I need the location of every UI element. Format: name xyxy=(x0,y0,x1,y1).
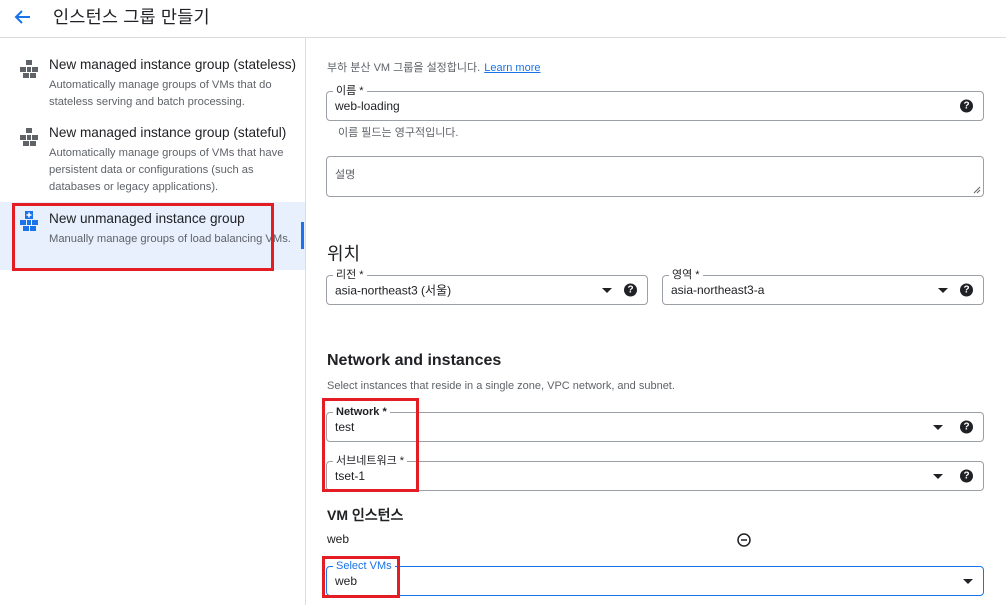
network-heading: Network and instances xyxy=(327,352,502,369)
description-field[interactable]: 설명 xyxy=(326,156,984,197)
option-description: Automatically manage groups of VMs that … xyxy=(49,79,272,108)
chevron-down-icon xyxy=(933,474,943,479)
learn-more-link[interactable]: Learn more xyxy=(484,62,540,74)
network-select[interactable]: Network * test ? xyxy=(326,405,984,442)
option-description: Automatically manage groups of VMs that … xyxy=(49,147,284,193)
subnetwork-label: 서브네트워크 * xyxy=(333,454,408,468)
top-bar: 인스턴스 그룹 만들기 xyxy=(0,0,1006,38)
network-value: test xyxy=(335,420,355,434)
page-title: 인스턴스 그룹 만들기 xyxy=(53,7,210,27)
network-label: Network * xyxy=(333,405,390,419)
form-subtitle: 부하 분산 VM 그룹을 설정합니다. Learn more xyxy=(327,59,541,75)
select-vms-label: Select VMs xyxy=(333,559,395,573)
instance-group-type-list: New managed instance group (stateless) A… xyxy=(0,38,306,605)
subnetwork-value: tset-1 xyxy=(335,469,366,483)
zone-value: asia-northeast3-a xyxy=(671,283,765,297)
help-icon[interactable]: ? xyxy=(960,420,973,434)
chevron-down-icon xyxy=(602,288,612,293)
description-placeholder: 설명 xyxy=(335,169,356,181)
vm-item: web xyxy=(327,532,350,546)
instance-group-icon xyxy=(20,128,38,146)
option-title: New unmanaged instance group xyxy=(49,211,245,226)
subtitle-text: 부하 분산 VM 그룹을 설정합니다. xyxy=(327,62,481,74)
name-field[interactable]: 이름 * web-loading ? xyxy=(326,84,984,121)
zone-select[interactable]: 영역 * asia-northeast3-a ? xyxy=(662,268,984,305)
chevron-down-icon xyxy=(963,579,973,584)
help-icon[interactable]: ? xyxy=(960,99,973,113)
network-description: Select instances that reside in a single… xyxy=(327,380,675,392)
help-icon[interactable]: ? xyxy=(960,469,973,483)
instance-group-icon xyxy=(20,60,38,78)
option-title: New managed instance group (stateful) xyxy=(49,125,287,140)
region-value: asia-northeast3 (서울) xyxy=(335,283,452,298)
chevron-down-icon xyxy=(938,288,948,293)
select-vms-select[interactable]: Select VMs web xyxy=(326,559,984,596)
chevron-down-icon xyxy=(933,425,943,430)
name-value: web-loading xyxy=(335,99,400,113)
location-heading: 위치 xyxy=(327,244,361,264)
create-form: 부하 분산 VM 그룹을 설정합니다. Learn more 이름 * web-l… xyxy=(306,38,1006,605)
option-unmanaged[interactable]: New unmanaged instance group Manually ma… xyxy=(0,202,305,270)
resize-handle-icon[interactable] xyxy=(972,185,981,194)
selected-indicator xyxy=(301,222,304,249)
vm-instances-heading: VM 인스턴스 xyxy=(327,507,404,523)
name-hint: 이름 필드는 영구적입니다. xyxy=(338,127,459,139)
unmanaged-instance-group-icon xyxy=(20,211,38,231)
option-title: New managed instance group (stateless) xyxy=(49,57,297,72)
select-vms-value: web xyxy=(335,574,358,588)
region-select[interactable]: 리전 * asia-northeast3 (서울) ? xyxy=(326,268,648,305)
subnetwork-select[interactable]: 서브네트워크 * tset-1 ? xyxy=(326,454,984,491)
zone-label: 영역 * xyxy=(669,268,703,282)
option-description: Manually manage groups of load balancing… xyxy=(49,233,291,245)
help-icon[interactable]: ? xyxy=(960,283,973,297)
help-icon[interactable]: ? xyxy=(624,283,637,297)
name-label: 이름 * xyxy=(333,84,367,98)
option-managed-stateful[interactable]: New managed instance group (stateful) Au… xyxy=(0,125,305,200)
region-label: 리전 * xyxy=(333,268,367,282)
remove-circle-icon[interactable] xyxy=(737,533,751,547)
arrow-left-icon[interactable] xyxy=(10,5,36,29)
option-managed-stateless[interactable]: New managed instance group (stateless) A… xyxy=(0,57,305,117)
